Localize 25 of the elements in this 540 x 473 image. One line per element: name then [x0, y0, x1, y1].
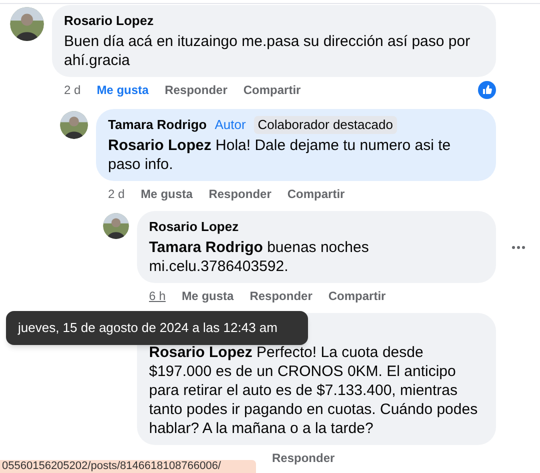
comment-action-link[interactable]: Responder — [208, 187, 272, 201]
comment-action-link[interactable]: Me gusta — [182, 289, 234, 303]
comment-text: Tamara Rodrigo buenas noches mi.celu.3786403592. — [149, 238, 370, 276]
comment-action-link[interactable]: Compartir — [243, 83, 301, 97]
comment-action-link[interactable]: Responder — [250, 289, 312, 303]
timestamp-link[interactable]: 2 d — [108, 187, 125, 201]
timestamp-link[interactable]: 2 d — [64, 83, 81, 97]
author-name[interactable]: Rosario Lopez — [149, 219, 239, 235]
comment-action-link[interactable]: Compartir — [328, 289, 386, 303]
author-label: Autor — [214, 117, 246, 133]
comment-text: Rosario Lopez Hola! Dale dejame tu numero asi te paso info. — [108, 136, 452, 174]
comment-action-link[interactable]: Me gusta — [96, 83, 149, 97]
author-name[interactable]: Rosario Lopez — [64, 13, 154, 29]
date-tooltip: jueves, 15 de agosto de 2024 a las 12:43 am — [6, 311, 308, 345]
like-icon[interactable] — [478, 81, 496, 99]
comment-action-link[interactable]: Responder — [272, 451, 335, 465]
contributor-badge: Colaborador destacado — [254, 116, 397, 134]
author-name[interactable]: Tamara Rodrigo — [108, 117, 207, 133]
timestamp-link[interactable]: 6 h — [149, 289, 166, 303]
comment-action-link[interactable]: Compartir — [287, 187, 345, 201]
comment-text: Rosario Lopez Perfecto! La cuota desde $197.000 es de un CRONOS 0KM. El anticipo para retirar el auto es de $7.133.400, mientras tanto podes ir pagando en cuotas. Cuándo podes hablar? A la mañana o a la tarde? — [149, 343, 479, 438]
status-url: 05560156205202/posts/8146618108766006/ — [0, 460, 256, 473]
comment-action-link[interactable]: Me gusta — [140, 187, 193, 201]
comment-action-link[interactable]: Responder — [164, 83, 228, 97]
comment-text: Buen día acá en ituzaingo me.pasa su dirección así paso por ahí.gracia — [64, 32, 472, 70]
